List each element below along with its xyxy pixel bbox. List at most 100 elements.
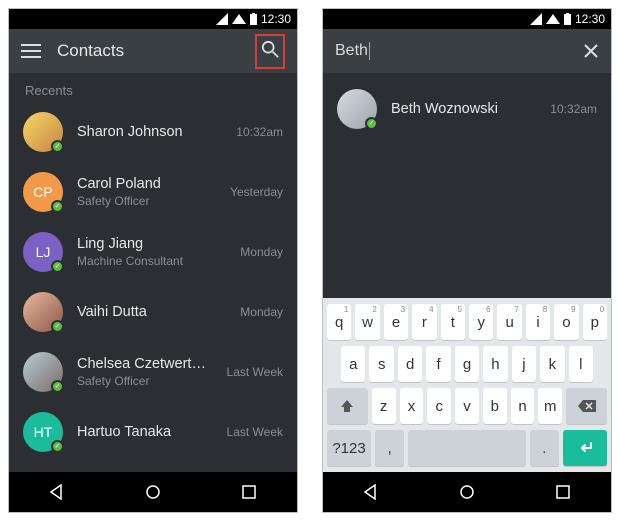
search-input[interactable]: Beth xyxy=(335,42,567,60)
presence-indicator xyxy=(51,380,64,393)
nav-back-button[interactable] xyxy=(351,472,391,512)
contact-text: Hartuo Tanaka xyxy=(77,424,207,440)
contact-text: Chelsea Czetwertunski Safety Officer xyxy=(77,356,207,388)
key-j[interactable]: j xyxy=(512,346,536,382)
key-y[interactable]: y6 xyxy=(469,304,493,340)
key-u[interactable]: u7 xyxy=(497,304,521,340)
avatar: LJ xyxy=(23,232,63,272)
contact-text: Sharon Johnson xyxy=(77,124,216,140)
android-nav-bar xyxy=(9,472,297,512)
search-button[interactable] xyxy=(255,34,285,69)
key-f[interactable]: f xyxy=(426,346,450,382)
key-m[interactable]: m xyxy=(538,388,562,424)
close-icon[interactable] xyxy=(583,43,599,59)
key-w[interactable]: w2 xyxy=(355,304,379,340)
key-q[interactable]: q1 xyxy=(327,304,351,340)
key-t[interactable]: t5 xyxy=(441,304,465,340)
avatar: HT xyxy=(23,412,63,452)
contact-row[interactable]: Jalene Ng 2 Weeks Ago xyxy=(9,462,297,472)
status-time: 12:30 xyxy=(575,12,605,26)
section-label-recents: Recents xyxy=(9,73,297,102)
contact-row[interactable]: Chelsea Czetwertunski Safety Officer Las… xyxy=(9,342,297,402)
period-key[interactable]: . xyxy=(530,430,559,466)
avatar xyxy=(23,112,63,152)
battery-icon xyxy=(250,13,257,25)
keyboard: q1w2e3r4t5y6u7i8o9p0 asdfghjkl zxcvbnm ?… xyxy=(323,298,611,472)
status-bar: 12:30 xyxy=(323,9,611,29)
contact-text: Beth Woznowski xyxy=(391,101,530,117)
avatar: CP xyxy=(23,172,63,212)
contact-name: Beth Woznowski xyxy=(391,101,530,117)
contact-text: Carol Poland Safety Officer xyxy=(77,176,210,208)
app-bar: Contacts xyxy=(9,29,297,73)
key-n[interactable]: n xyxy=(511,388,535,424)
key-o[interactable]: o9 xyxy=(554,304,578,340)
contact-subtitle: Safety Officer xyxy=(77,194,210,208)
avatar xyxy=(337,89,377,129)
contact-time: 10:32am xyxy=(550,102,597,116)
contact-name: Hartuo Tanaka xyxy=(77,424,207,440)
space-key[interactable] xyxy=(408,430,525,466)
contact-text: Vaihi Dutta xyxy=(77,304,220,320)
contact-row[interactable]: Sharon Johnson 10:32am xyxy=(9,102,297,162)
contact-name: Sharon Johnson xyxy=(77,124,216,140)
key-s[interactable]: s xyxy=(369,346,393,382)
presence-indicator xyxy=(365,117,378,130)
status-time: 12:30 xyxy=(261,12,291,26)
key-k[interactable]: k xyxy=(540,346,564,382)
menu-icon[interactable] xyxy=(21,41,41,61)
search-bar: Beth xyxy=(323,29,611,73)
avatar xyxy=(23,352,63,392)
avatar xyxy=(23,292,63,332)
nav-back-button[interactable] xyxy=(37,472,77,512)
contact-time: Last Week xyxy=(227,365,283,379)
contact-row[interactable]: Beth Woznowski 10:32am xyxy=(323,73,611,139)
contact-time: Yesterday xyxy=(230,185,283,199)
presence-indicator xyxy=(51,200,64,213)
contacts-list[interactable]: Recents Sharon Johnson 10:32am CP Carol … xyxy=(9,73,297,472)
search-icon xyxy=(261,40,279,58)
app-title: Contacts xyxy=(57,41,239,61)
key-v[interactable]: v xyxy=(455,388,479,424)
enter-key[interactable] xyxy=(563,430,607,466)
key-z[interactable]: z xyxy=(372,388,396,424)
key-x[interactable]: x xyxy=(400,388,424,424)
phone-screen-search: 12:30 Beth Beth Woznowski 10:32am q1w2e3… xyxy=(322,8,612,513)
backspace-key[interactable] xyxy=(566,388,607,424)
presence-indicator xyxy=(51,440,64,453)
wifi-icon xyxy=(546,14,560,24)
key-b[interactable]: b xyxy=(483,388,507,424)
contact-text: Ling Jiang Machine Consultant xyxy=(77,236,220,268)
nav-recent-button[interactable] xyxy=(229,472,269,512)
contact-time: Monday xyxy=(240,305,283,319)
contact-name: Ling Jiang xyxy=(77,236,220,252)
search-results: Beth Woznowski 10:32am xyxy=(323,73,611,298)
key-l[interactable]: l xyxy=(569,346,593,382)
mode-key[interactable]: ?123 xyxy=(327,430,371,466)
status-bar: 12:30 xyxy=(9,9,297,29)
avatar-initials: CP xyxy=(33,184,52,200)
contact-row[interactable]: HT Hartuo Tanaka Last Week xyxy=(9,402,297,462)
phone-screen-contacts: 12:30 Contacts Recents Sharon Johnson 10… xyxy=(8,8,298,513)
signal-icon xyxy=(216,13,228,25)
shift-key[interactable] xyxy=(327,388,368,424)
avatar-initials: HT xyxy=(34,424,53,440)
nav-recent-button[interactable] xyxy=(543,472,583,512)
key-d[interactable]: d xyxy=(398,346,422,382)
contact-row[interactable]: CP Carol Poland Safety Officer Yesterday xyxy=(9,162,297,222)
contact-name: Carol Poland xyxy=(77,176,210,192)
key-h[interactable]: h xyxy=(483,346,507,382)
contact-row[interactable]: Vaihi Dutta Monday xyxy=(9,282,297,342)
key-c[interactable]: c xyxy=(427,388,451,424)
comma-key[interactable]: , xyxy=(375,430,404,466)
key-i[interactable]: i8 xyxy=(526,304,550,340)
nav-home-button[interactable] xyxy=(133,472,173,512)
key-a[interactable]: a xyxy=(341,346,365,382)
key-r[interactable]: r4 xyxy=(412,304,436,340)
key-g[interactable]: g xyxy=(455,346,479,382)
contact-time: Monday xyxy=(240,245,283,259)
key-p[interactable]: p0 xyxy=(583,304,607,340)
nav-home-button[interactable] xyxy=(447,472,487,512)
contact-row[interactable]: LJ Ling Jiang Machine Consultant Monday xyxy=(9,222,297,282)
key-e[interactable]: e3 xyxy=(384,304,408,340)
